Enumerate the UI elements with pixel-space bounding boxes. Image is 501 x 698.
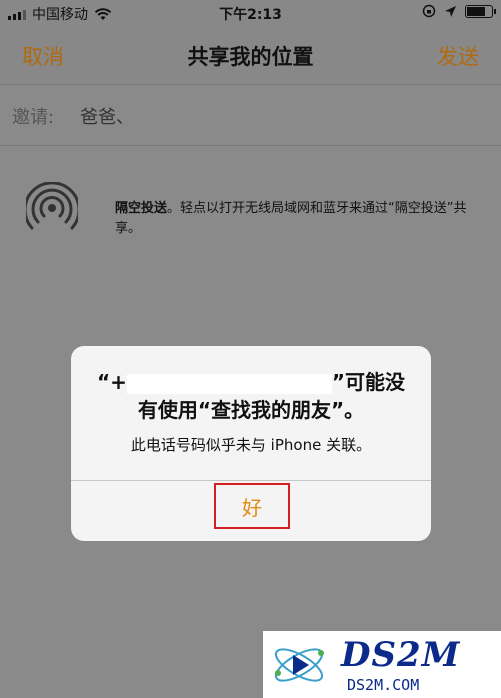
- ok-button[interactable]: 好: [214, 483, 290, 529]
- navigation-bar: 取消 共享我的位置 发送: [0, 26, 501, 85]
- battery-icon: [465, 4, 496, 18]
- alert-title-suffix: ”可能没: [331, 370, 406, 394]
- status-right: [422, 4, 496, 18]
- alert-title: “+ ”可能没 有使用“查找我的朋友”。: [71, 368, 431, 424]
- alert-dialog: “+ ”可能没 有使用“查找我的朋友”。 此电话号码似乎未与 iPhone 关联。…: [71, 346, 431, 541]
- airdrop-description: 隔空投送。轻点以打开无线局域网和蓝牙来通过“隔空投送”共享。: [115, 199, 485, 239]
- invite-field[interactable]: 邀请: 爸爸、: [0, 85, 501, 146]
- watermark-brand: DS2M: [341, 635, 461, 675]
- watermark-domain: DS2M.COM: [347, 676, 420, 694]
- status-bar: 中国移动 下午2:13: [0, 0, 501, 26]
- battery-fill: [467, 6, 486, 16]
- invite-recipient[interactable]: 爸爸、: [80, 103, 134, 129]
- alert-title-prefix: “+: [96, 370, 127, 394]
- send-button[interactable]: 发送: [437, 41, 479, 71]
- location-arrow-icon: [445, 5, 456, 17]
- invite-label: 邀请:: [12, 107, 55, 128]
- rotation-lock-icon: [422, 4, 436, 18]
- alert-message: 此电话号码似乎未与 iPhone 关联。: [130, 436, 372, 454]
- watermark: DS2M DS2M.COM: [263, 631, 501, 698]
- alert-divider: [71, 480, 431, 481]
- airdrop-body: 。轻点以打开无线局域网和蓝牙来通过“隔空投送”共享。: [115, 201, 467, 236]
- redacted-phone-number: [126, 373, 332, 394]
- airdrop-title: 隔空投送: [115, 201, 168, 216]
- alert-title-line2: 有使用“查找我的朋友”。: [137, 398, 365, 422]
- ds2m-logo-icon: [274, 648, 324, 682]
- airdrop-icon: [26, 182, 78, 230]
- page-title: 共享我的位置: [187, 45, 314, 69]
